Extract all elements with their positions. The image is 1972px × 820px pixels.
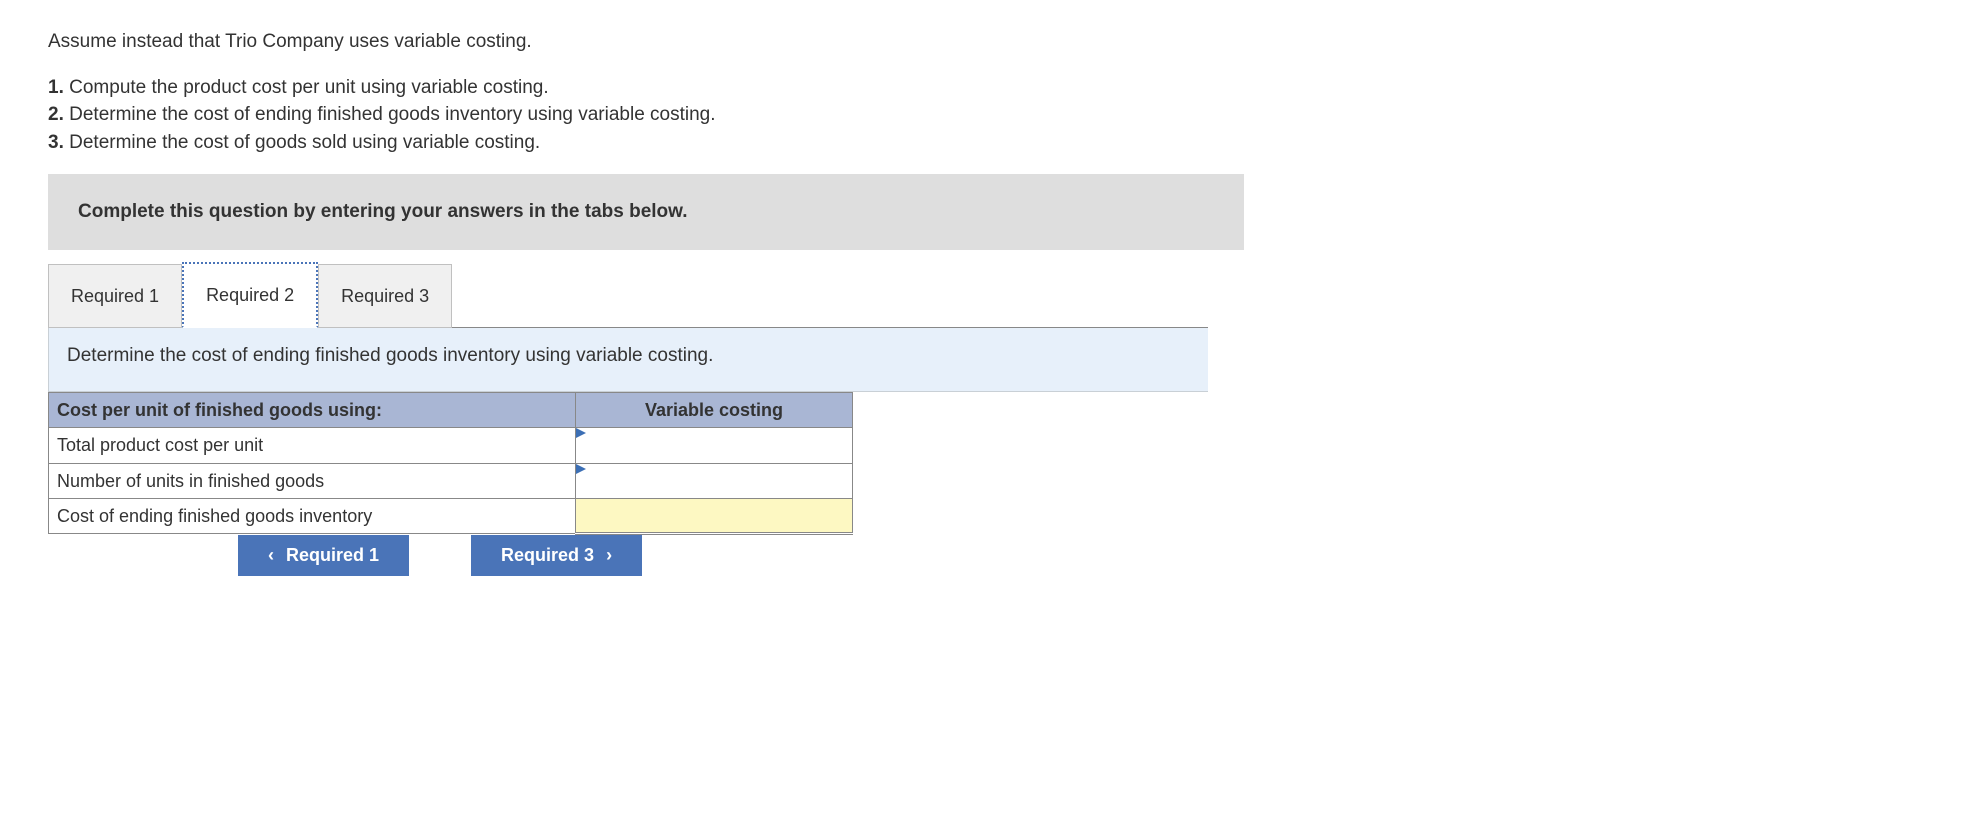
row-label-2: Number of units in finished goods	[49, 463, 576, 498]
chevron-left-icon: ‹	[268, 545, 274, 566]
q2-text: Determine the cost of ending finished go…	[69, 104, 715, 125]
input-total-cost[interactable]	[576, 428, 853, 463]
calc-ending-inventory	[576, 498, 853, 533]
tab-required-3[interactable]: Required 3	[318, 264, 452, 328]
table-row: Total product cost per unit	[49, 428, 853, 463]
q2-num: 2.	[48, 104, 64, 125]
question-3: 3. Determine the cost of goods sold usin…	[48, 129, 1924, 157]
prev-label: Required 1	[286, 545, 379, 566]
header-right: Variable costing	[576, 393, 853, 428]
question-1: 1. Compute the product cost per unit usi…	[48, 74, 1924, 102]
question-2: 2. Determine the cost of ending finished…	[48, 101, 1924, 129]
instruction-box: Complete this question by entering your …	[48, 174, 1244, 250]
input-indicator-icon	[576, 464, 586, 474]
tab-required-1[interactable]: Required 1	[48, 264, 182, 328]
tabs-row: Required 1 Required 2 Required 3	[48, 262, 1208, 328]
tab-filler	[452, 327, 1208, 328]
table-row: Number of units in finished goods	[49, 463, 853, 498]
input-indicator-icon	[576, 428, 586, 438]
row-label-1: Total product cost per unit	[49, 428, 576, 463]
next-label: Required 3	[501, 545, 594, 566]
q1-text: Compute the product cost per unit using …	[69, 77, 549, 98]
q1-num: 1.	[48, 77, 64, 98]
prev-button[interactable]: ‹ Required 1	[238, 535, 409, 576]
chevron-right-icon: ›	[606, 545, 612, 566]
intro-text: Assume instead that Trio Company uses va…	[48, 28, 1924, 56]
q3-num: 3.	[48, 132, 64, 153]
tab-required-2[interactable]: Required 2	[182, 262, 318, 328]
input-units[interactable]	[576, 463, 853, 498]
row-label-3: Cost of ending finished goods inventory	[49, 498, 576, 533]
tab-content: Determine the cost of ending finished go…	[48, 327, 1208, 393]
q3-text: Determine the cost of goods sold using v…	[69, 132, 540, 153]
next-button[interactable]: Required 3 ›	[471, 535, 642, 576]
question-list: 1. Compute the product cost per unit usi…	[48, 74, 1924, 157]
header-left: Cost per unit of finished goods using:	[49, 393, 576, 428]
tab-prompt: Determine the cost of ending finished go…	[67, 345, 713, 366]
table-row: Cost of ending finished goods inventory	[49, 498, 853, 533]
worksheet-table: Cost per unit of finished goods using: V…	[48, 392, 853, 534]
